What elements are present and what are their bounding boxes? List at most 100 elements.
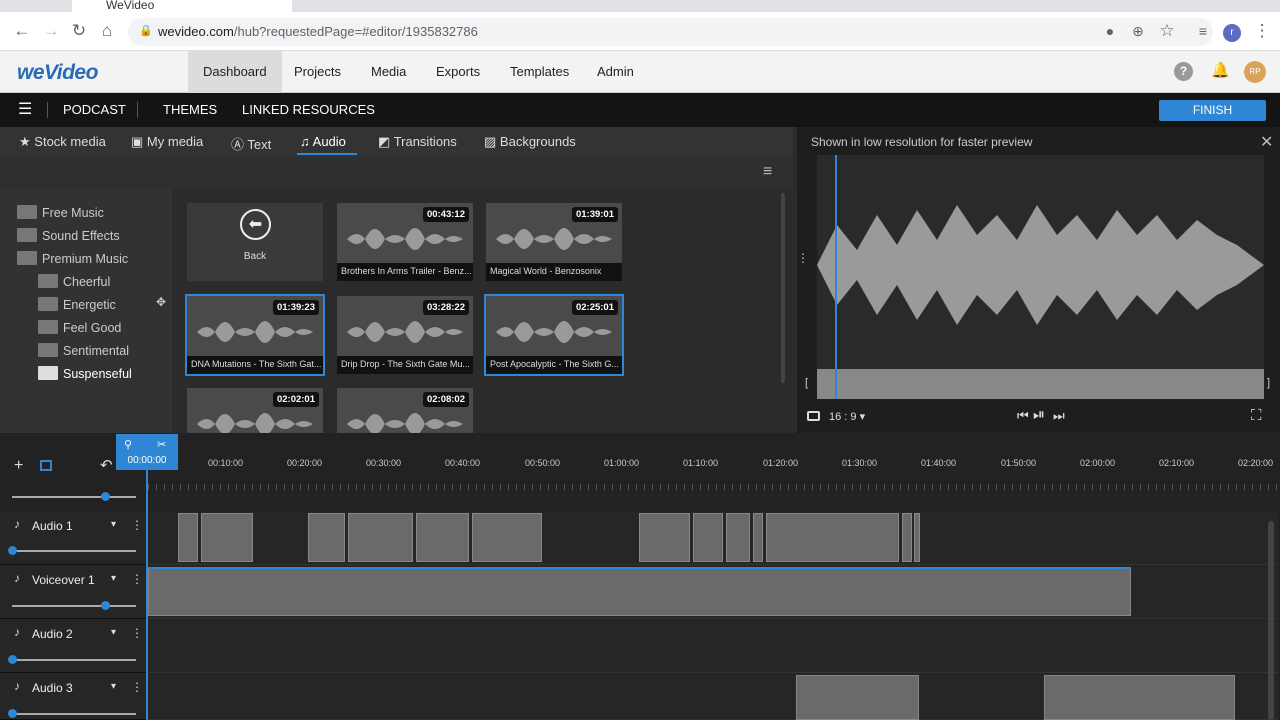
more-options-icon[interactable]: ⋮ [131, 626, 143, 640]
folder-sentimental[interactable]: Sentimental [38, 343, 129, 358]
audio-card[interactable]: 01:39:01 Magical World - Benzosonix [486, 203, 622, 281]
audio-clip[interactable] [348, 513, 413, 562]
tab-text[interactable]: Ⓐ Text [231, 134, 271, 153]
audio-clip[interactable] [1044, 675, 1235, 720]
linked-resources-link[interactable]: LINKED RESOURCES [242, 102, 375, 117]
profile-avatar[interactable]: r [1223, 24, 1241, 42]
extension-icon[interactable]: ⊕ [1128, 21, 1148, 41]
nav-templates[interactable]: Templates [495, 51, 584, 93]
list-menu-icon[interactable]: ≡ [763, 163, 772, 181]
fullscreen-icon[interactable]: ⛶ [1251, 407, 1262, 424]
zoom-slider-knob[interactable] [101, 492, 110, 501]
audio-clip[interactable] [753, 513, 763, 562]
undo-icon[interactable]: ↶ [100, 456, 113, 474]
playhead-line[interactable] [146, 470, 148, 720]
volume-slider[interactable] [12, 659, 136, 661]
audio-clip[interactable] [902, 513, 912, 562]
browser-tab[interactable]: WeVideo [72, 0, 292, 12]
track-name[interactable]: Audio 3 [32, 681, 73, 695]
audio-card[interactable]: 01:39:23 DNA Mutations - The Sixth Gat..… [185, 294, 325, 376]
tab-my-media[interactable]: ▣ My media [131, 134, 203, 150]
folder-cheerful[interactable]: Cheerful [38, 274, 110, 289]
audio-clip[interactable] [693, 513, 723, 562]
wevideo-logo[interactable]: weVideo [17, 61, 98, 85]
volume-slider[interactable] [12, 605, 136, 607]
tab-stock-media[interactable]: ★ Stock media [19, 134, 106, 150]
track-name[interactable]: Audio 2 [32, 627, 73, 641]
folder-premium-music[interactable]: Premium Music [17, 251, 128, 266]
hamburger-menu-icon[interactable]: ☰ [18, 102, 32, 118]
back-arrow-icon[interactable]: ← [12, 21, 32, 41]
nav-admin[interactable]: Admin [582, 51, 649, 93]
volume-knob[interactable] [8, 709, 17, 718]
more-options-icon[interactable]: ⋮ [131, 572, 143, 586]
audio-card[interactable]: 02:25:01 Post Apocalyptic - The Sixth G.… [484, 294, 624, 376]
audio-card[interactable]: 02:08:02 [337, 388, 473, 433]
snap-toggle-icon[interactable] [40, 460, 52, 471]
url-input[interactable]: 🔒 wevideo.com/hub?requestedPage=#editor/… [128, 18, 1213, 46]
panel-resize-handle[interactable]: ⋮ [797, 251, 809, 265]
track-name[interactable]: Audio 1 [32, 519, 73, 533]
folder-suspenseful[interactable]: Suspenseful [38, 366, 132, 381]
mark-in-icon[interactable]: [ [805, 377, 808, 389]
chevron-down-icon[interactable]: ▾ [111, 681, 116, 692]
audio-clip[interactable] [726, 513, 750, 562]
audio-clip[interactable] [796, 675, 919, 720]
podcast-link[interactable]: PODCAST [63, 102, 126, 117]
close-icon[interactable]: ✕ [1260, 132, 1273, 152]
chevron-down-icon[interactable]: ▾ [111, 573, 116, 584]
scissors-icon[interactable]: ✂ [157, 438, 166, 451]
reload-icon[interactable]: ↻ [69, 21, 89, 41]
nav-media[interactable]: Media [356, 51, 421, 93]
audio-card[interactable]: 02:02:01 [187, 388, 323, 433]
home-icon[interactable]: ⌂ [97, 21, 117, 41]
grid-scrollbar[interactable] [781, 193, 785, 383]
tab-backgrounds[interactable]: ▨ Backgrounds [484, 134, 576, 150]
location-pin-icon[interactable]: ⚲ [124, 438, 132, 451]
audio-clip[interactable] [201, 513, 253, 562]
audio-clip[interactable] [178, 513, 198, 562]
mark-out-icon[interactable]: ] [1267, 377, 1270, 389]
aspect-ratio-icon[interactable] [807, 411, 820, 421]
folder-energetic[interactable]: Energetic [38, 297, 116, 312]
media-controls-icon[interactable]: ≡ [1193, 21, 1213, 41]
play-icon[interactable]: ⏯ [1033, 406, 1045, 423]
volume-knob[interactable] [8, 546, 17, 555]
aspect-ratio-select[interactable]: 16 : 9 ▾ [829, 410, 865, 423]
help-icon[interactable]: ? [1174, 62, 1193, 81]
volume-slider[interactable] [12, 550, 136, 552]
more-options-icon[interactable]: ⋮ [131, 680, 143, 694]
chevron-down-icon[interactable]: ▾ [111, 519, 116, 530]
audio-card[interactable]: 00:43:12 Brothers In Arms Trailer - Benz… [337, 203, 473, 281]
audio-clip[interactable] [416, 513, 469, 562]
timeline-scrollbar[interactable] [1268, 521, 1274, 720]
zoom-slider[interactable] [12, 496, 136, 498]
volume-knob[interactable] [101, 601, 110, 610]
bookmark-star-icon[interactable]: ☆ [1157, 21, 1177, 41]
audio-clip[interactable] [766, 513, 899, 562]
folder-feel-good[interactable]: Feel Good [38, 320, 121, 335]
audio-clip[interactable] [639, 513, 690, 562]
back-card[interactable]: ⬅ Back [187, 203, 323, 281]
nav-dashboard[interactable]: Dashboard [188, 51, 282, 93]
volume-slider[interactable] [12, 713, 136, 715]
skip-forward-icon[interactable]: ⏭ [1053, 408, 1065, 424]
chevron-down-icon[interactable]: ▾ [111, 627, 116, 638]
bell-icon[interactable]: 🔔 [1211, 61, 1230, 79]
finish-button[interactable]: FINISH [1159, 100, 1266, 121]
tab-transitions[interactable]: ◩ Transitions [378, 134, 457, 150]
themes-link[interactable]: THEMES [163, 102, 217, 117]
tab-audio[interactable]: ♫ Audio [300, 134, 346, 149]
more-options-icon[interactable]: ⋮ [131, 518, 143, 532]
add-track-icon[interactable]: + [14, 457, 23, 475]
audio-clip[interactable] [308, 513, 345, 562]
audio-card[interactable]: 03:28:22 Drip Drop - The Sixth Gate Mu..… [337, 296, 473, 374]
nav-exports[interactable]: Exports [421, 51, 495, 93]
playhead[interactable]: ⚲ ✂ 00:00:00 [116, 434, 178, 470]
volume-knob[interactable] [8, 655, 17, 664]
microphone-icon[interactable]: ● [1100, 21, 1120, 41]
user-avatar[interactable]: RP [1244, 61, 1266, 83]
voiceover-clip[interactable] [148, 567, 1131, 616]
track-name[interactable]: Voiceover 1 [32, 573, 95, 587]
forward-arrow-icon[interactable]: → [41, 21, 61, 41]
